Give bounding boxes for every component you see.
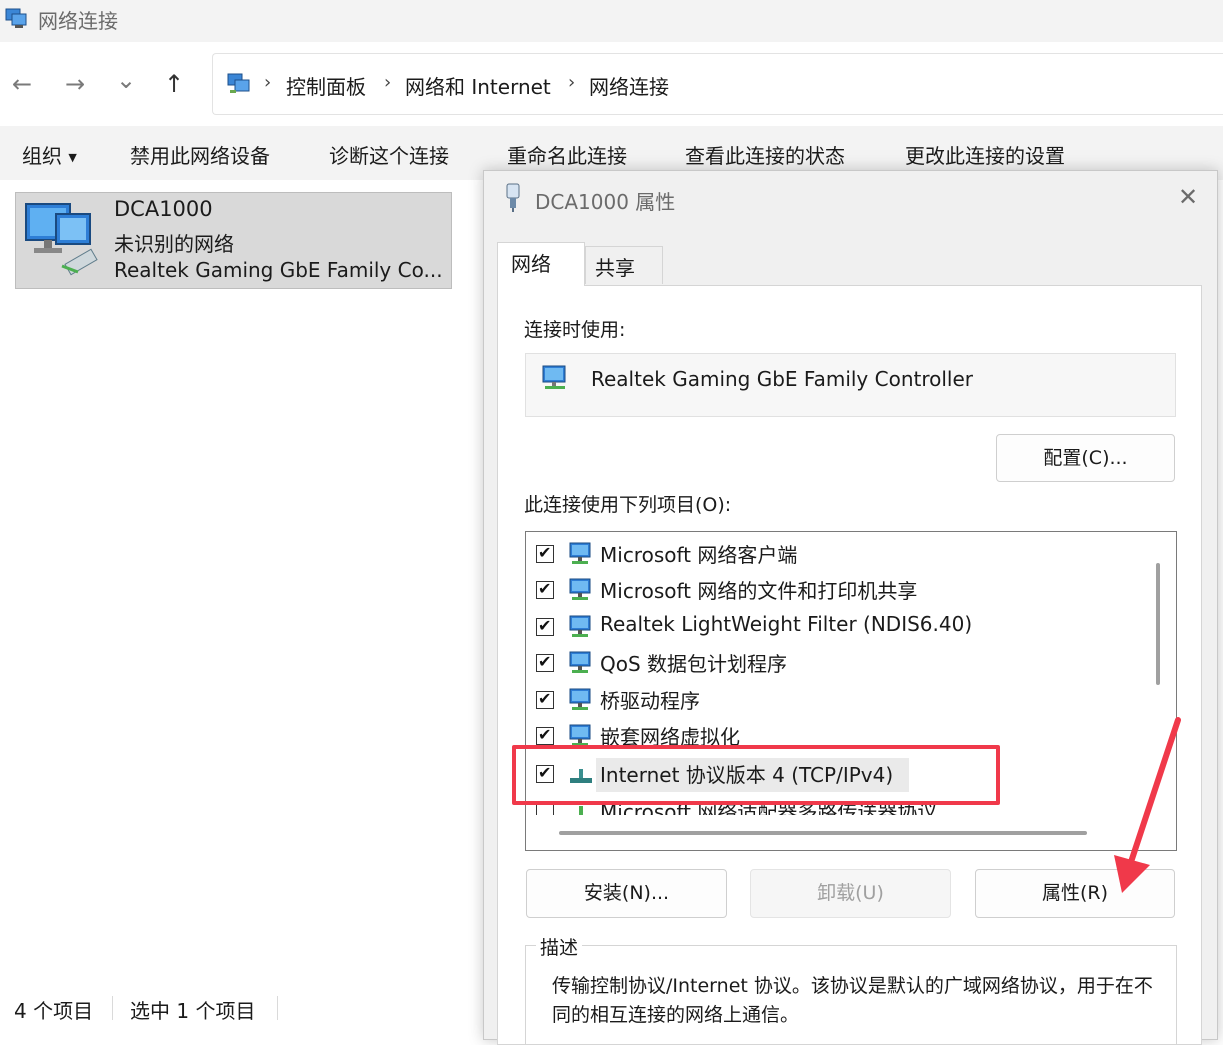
vertical-scrollbar[interactable] [1156,563,1160,685]
install-button[interactable]: 安装(N)... [526,869,727,918]
list-item[interactable]: QoS 数据包计划程序 [536,645,1156,681]
close-icon[interactable]: ✕ [1178,183,1198,211]
connection-name: DCA1000 [114,197,213,221]
control-panel-icon [227,73,250,93]
breadcrumb-separator: › [384,72,392,93]
list-item[interactable]: Realtek LightWeight Filter (NDIS6.40) [536,609,1156,645]
view-status-button[interactable]: 查看此连接的状态 [685,140,845,169]
horizontal-scrollbar[interactable] [559,831,1087,835]
list-item-label: QoS 数据包计划程序 [600,652,788,676]
status-divider [277,996,278,1020]
checkbox[interactable] [536,543,554,563]
checkbox[interactable] [536,689,554,709]
network-service-icon [569,688,591,710]
diagnose-button[interactable]: 诊断这个连接 [329,140,449,169]
adapter-name: Realtek Gaming GbE Family Controller [591,367,974,391]
list-item-label: Realtek LightWeight Filter (NDIS6.40) [600,612,973,636]
checkbox[interactable] [536,579,554,599]
list-item[interactable]: 桥驱动程序 [536,682,1156,718]
breadcrumb-separator: › [568,72,576,93]
description-title: 描述 [536,933,583,960]
network-client-icon [569,542,591,564]
disable-device-button[interactable]: 禁用此网络设备 [130,140,270,169]
tab-network[interactable]: 网络 [497,242,585,286]
status-divider [112,996,113,1020]
organize-menu[interactable]: 组织 ▼ [22,140,77,169]
network-service-icon [569,724,591,746]
dialog-title: DCA1000 属性 [535,190,676,214]
network-adapter-icon [25,203,98,276]
item-count: 4 个项目 [14,999,94,1023]
description-text: 传输控制协议/Internet 协议。该协议是默认的广域网络协议，用于在不同的相… [552,975,1153,1026]
annotation-arrow-icon [1114,717,1181,893]
breadcrumb-separator: › [264,72,272,93]
checkbox[interactable] [536,652,554,672]
uninstall-button[interactable]: 卸载(U) [750,869,951,918]
connection-status: 未识别的网络 [114,232,234,256]
checkbox[interactable] [536,616,554,636]
window-titlebar [0,0,1223,42]
breadcrumb-network-connections[interactable]: 网络连接 [589,71,669,100]
network-service-icon [569,578,591,600]
list-item[interactable]: Microsoft 网络的文件和打印机共享 [536,572,1156,608]
list-item-label: Microsoft 网络客户端 [600,543,798,567]
network-service-icon [569,615,591,637]
selected-count: 选中 1 个项目 [130,999,256,1023]
tab-sharing[interactable]: 共享 [585,246,663,284]
change-settings-button[interactable]: 更改此连接的设置 [905,140,1065,169]
dropdown-caret-icon: ▼ [68,151,77,164]
network-adapter-icon [542,365,566,389]
list-item-label: 桥驱动程序 [600,689,700,713]
connect-using-label: 连接时使用: [524,319,626,341]
back-arrow-icon[interactable]: ← [12,70,32,98]
connection-device: Realtek Gaming GbE Family Co... [114,258,443,282]
window-title: 网络连接 [38,9,118,33]
network-service-icon [569,651,591,673]
checkbox[interactable] [536,725,554,745]
breadcrumb-network-internet[interactable]: 网络和 Internet [405,71,551,100]
configure-button[interactable]: 配置(C)... [996,434,1175,482]
highlight-annotation-box [512,745,1000,805]
list-item[interactable]: Microsoft 网络客户端 [536,536,1156,572]
rename-button[interactable]: 重命名此连接 [507,140,627,169]
organize-label: 组织 [22,144,62,168]
up-arrow-icon[interactable]: ↑ [164,70,184,98]
forward-arrow-icon[interactable]: → [65,70,85,98]
chevron-down-icon[interactable]: ⌄ [116,66,136,94]
ethernet-plug-icon [506,183,520,212]
list-item-label: Microsoft 网络的文件和打印机共享 [600,579,918,603]
breadcrumb-control-panel[interactable]: 控制面板 [286,71,366,100]
items-label: 此连接使用下列项目(O): [524,494,732,516]
network-connections-icon [5,8,27,28]
